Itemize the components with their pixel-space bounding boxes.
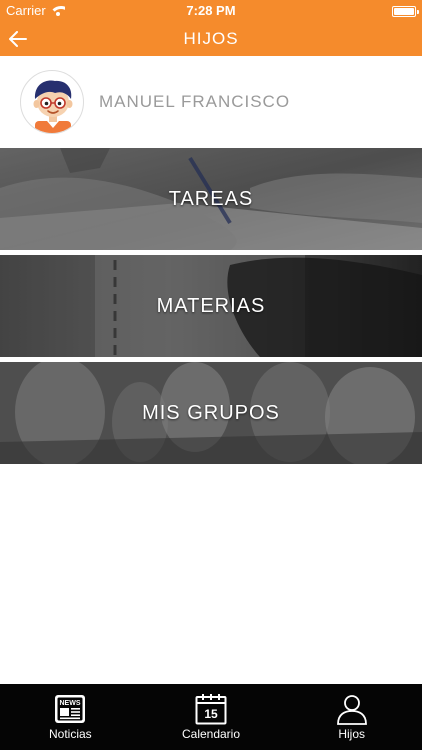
tab-label: Hijos <box>338 727 366 741</box>
menu-tile-mis-grupos[interactable]: MIS GRUPOS <box>0 362 422 464</box>
menu-tile-label: MATERIAS <box>156 294 266 317</box>
status-bar: Carrier 7:28 PM <box>0 0 422 22</box>
calendar-icon-text: 15 <box>204 707 218 721</box>
tab-noticias[interactable]: NEWS Noticias <box>0 684 141 750</box>
menu-tile-tareas[interactable]: TAREAS <box>0 148 422 250</box>
child-name: MANUEL FRANCISCO <box>99 92 291 111</box>
tab-hijos[interactable]: Hijos <box>281 684 422 750</box>
calendar-icon: 15 <box>195 694 227 725</box>
menu-tile-label: MIS GRUPOS <box>142 401 280 424</box>
status-time: 7:28 PM <box>186 3 236 18</box>
avatar <box>20 70 84 134</box>
tab-calendario[interactable]: 15 Calendario <box>141 684 282 750</box>
menu-tile-label: TAREAS <box>168 187 254 210</box>
tab-bar: NEWS Noticias 15 Calendario Hijos <box>0 684 422 750</box>
tab-label: Noticias <box>48 727 92 741</box>
boy-avatar-icon <box>33 80 73 133</box>
news-icon-text: NEWS <box>60 700 81 707</box>
child-profile[interactable]: MANUEL FRANCISCO <box>0 56 422 148</box>
battery-icon <box>392 6 419 17</box>
header: Carrier 7:28 PM HIJOS <box>0 0 422 56</box>
person-icon <box>336 695 367 725</box>
page-title: HIJOS <box>183 29 239 48</box>
menu-tile-materias[interactable]: MATERIAS <box>0 255 422 357</box>
news-icon: NEWS <box>55 695 86 723</box>
nav-bar: HIJOS <box>0 22 422 56</box>
tab-label: Calendario <box>181 727 241 741</box>
